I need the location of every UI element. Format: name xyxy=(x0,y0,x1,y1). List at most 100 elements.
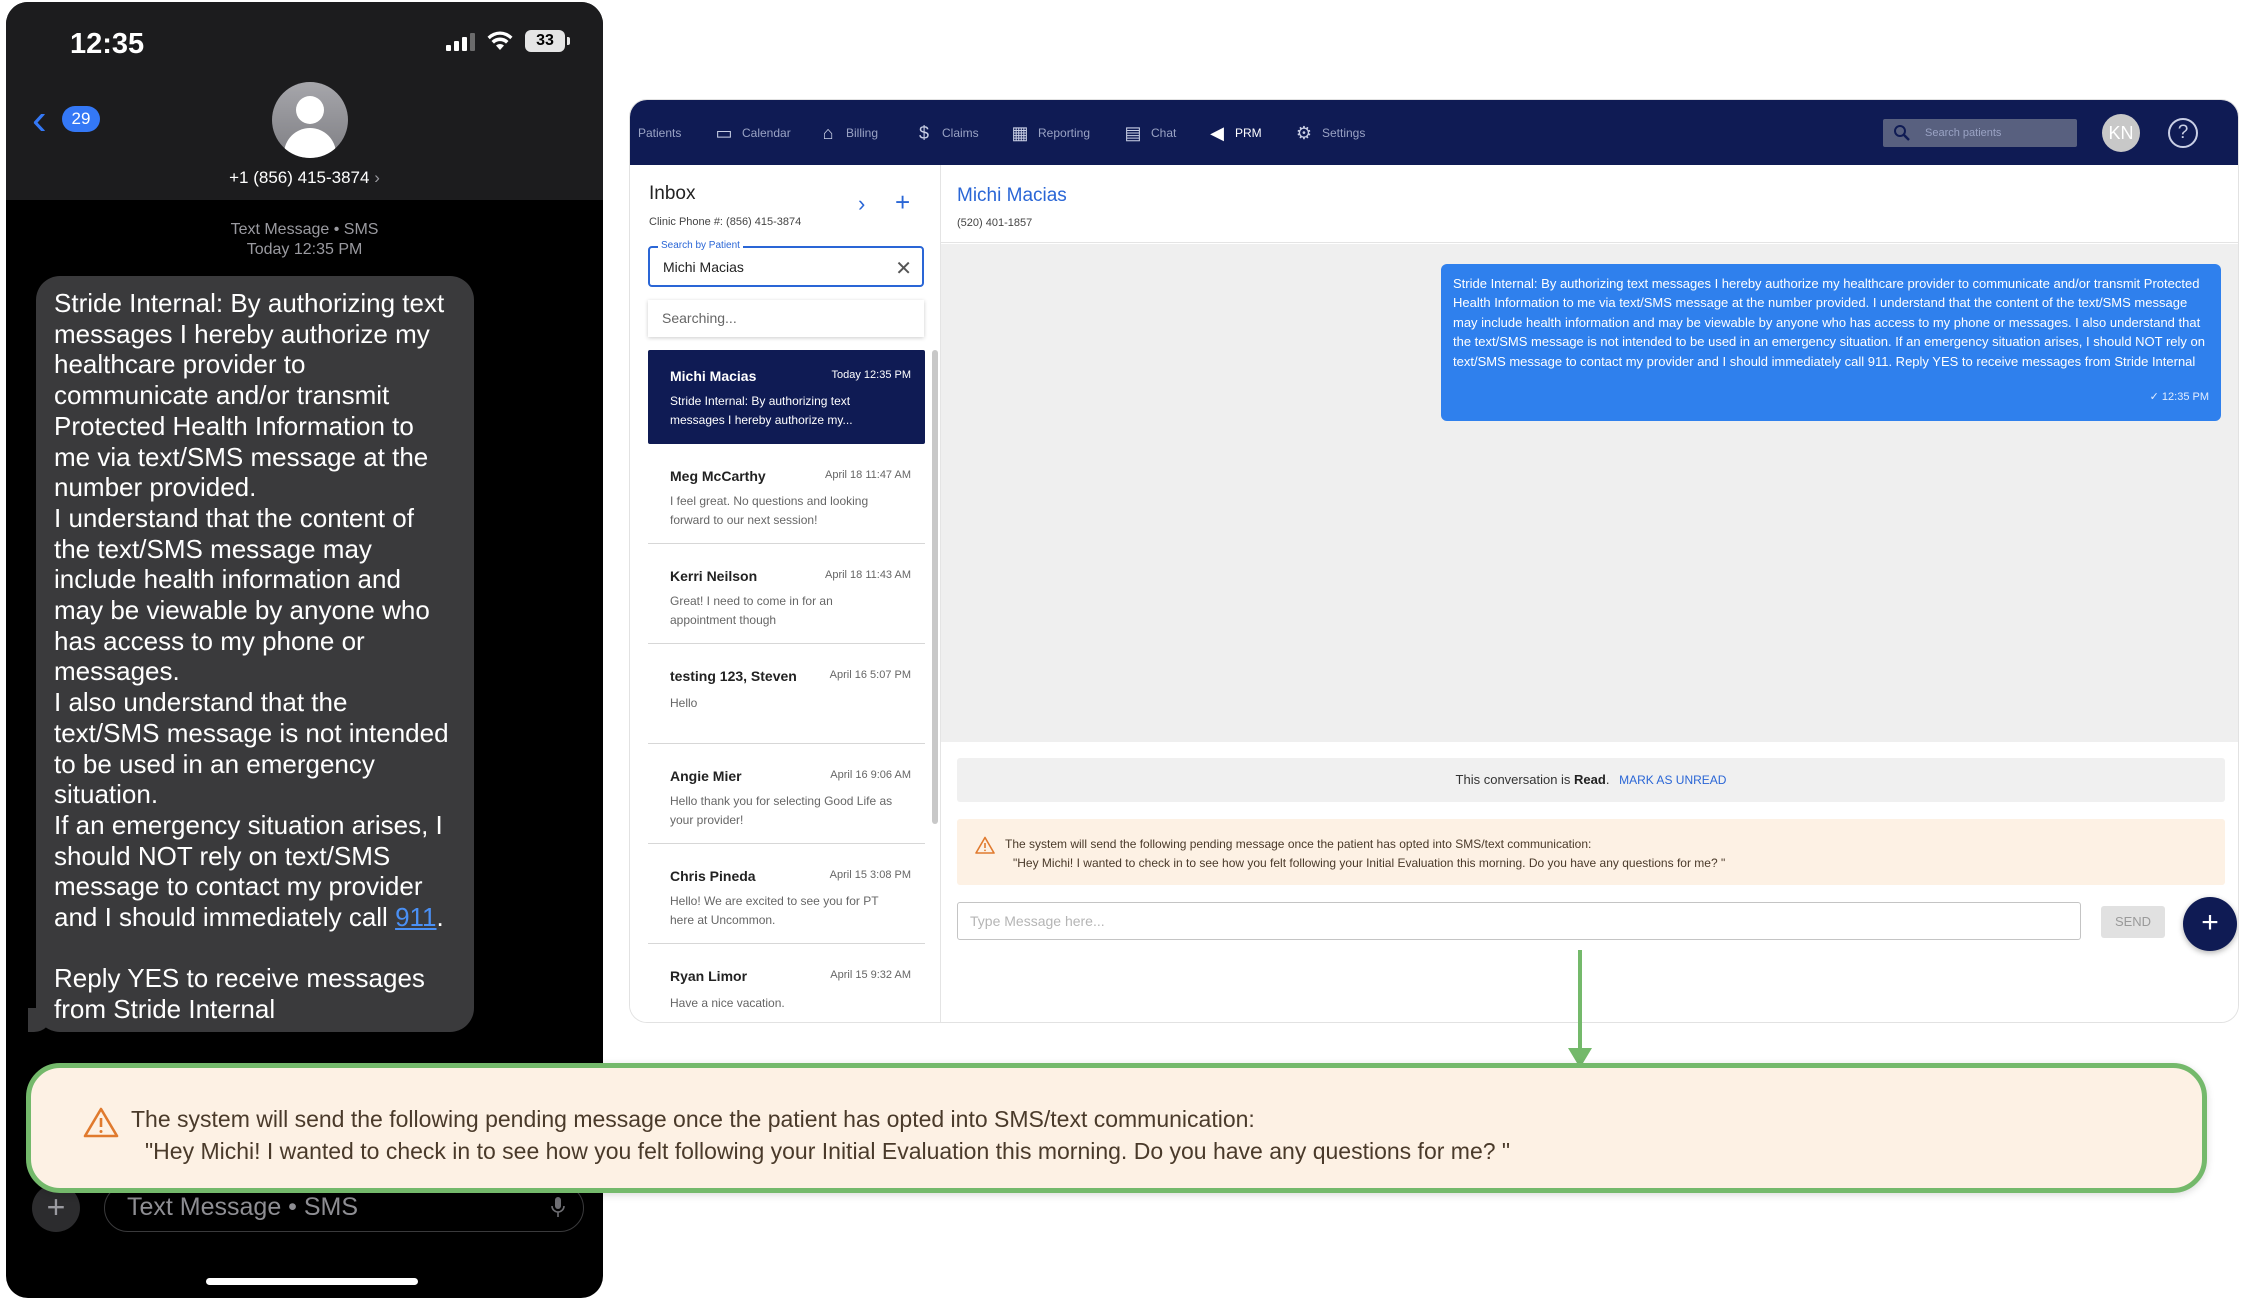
composite-screenshot: 12:35 33 ‹ 29 +1 (856) 415-3874 › Text M… xyxy=(0,0,2246,1306)
dollar-icon: $ xyxy=(918,123,929,143)
back-chevron-icon[interactable]: ‹ xyxy=(32,98,47,142)
conversation-scrollbar[interactable] xyxy=(932,350,938,824)
nav-chat[interactable]: ▤ Chat xyxy=(1123,120,1176,146)
warning-icon xyxy=(975,836,995,854)
sms-input-placeholder: Text Message • SMS xyxy=(127,1193,359,1221)
conversation-item[interactable]: testing 123, Steven April 16 5:07 PM Hel… xyxy=(648,650,925,744)
new-conversation-button[interactable]: + xyxy=(895,187,910,218)
conversation-name: Chris Pineda xyxy=(670,868,756,884)
search-by-patient-field[interactable]: Search by Patient Michi Macias ✕ xyxy=(648,240,924,287)
nav-label-claims: Claims xyxy=(942,126,979,140)
conversation-time: Today 12:35 PM xyxy=(831,369,912,381)
nav-reporting[interactable]: ▦ Reporting xyxy=(1010,120,1090,146)
chat-header: Michi Macias (520) 401-1857 xyxy=(941,165,2238,243)
chat-patient-name[interactable]: Michi Macias xyxy=(957,185,1067,207)
conversation-name: testing 123, Steven xyxy=(670,668,797,684)
chat-patient-phone: (520) 401-1857 xyxy=(957,217,1033,229)
message-type-label: Text Message • SMS xyxy=(230,221,379,238)
chevron-right-icon[interactable]: › xyxy=(858,191,865,217)
nav-label-reporting: Reporting xyxy=(1038,126,1091,140)
outgoing-message-text: Stride Internal: By authorizing text mes… xyxy=(1453,276,2206,369)
conversation-name: Meg McCarthy xyxy=(670,468,766,484)
contact-avatar-icon[interactable] xyxy=(272,82,348,158)
conversation-item[interactable]: Angie Mier April 16 9:06 AM Hello thank … xyxy=(648,750,925,844)
conversation-snippet: Stride Internal: By authorizing text mes… xyxy=(670,394,853,427)
conversation-time: April 16 9:06 AM xyxy=(830,769,911,781)
chat-messages-area: Stride Internal: By authorizing text mes… xyxy=(941,244,2238,742)
nav-label-chat: Chat xyxy=(1151,126,1177,140)
conversation-name: Angie Mier xyxy=(670,768,742,784)
nav-settings[interactable]: ⚙ Settings xyxy=(1294,120,1365,146)
conversation-item[interactable]: Michi Macias Today 12:35 PM Stride Inter… xyxy=(648,350,925,444)
search-field-label: Search by Patient xyxy=(658,240,743,251)
conversation-name: Ryan Limor xyxy=(670,968,748,984)
conversation-name: Michi Macias xyxy=(670,368,757,384)
inbox-panel: Inbox Clinic Phone #: (856) 415-3874 › +… xyxy=(630,165,941,1022)
nav-label-settings: Settings xyxy=(1322,126,1366,140)
message-date-label: Today 12:35 PM xyxy=(246,241,363,258)
search-patients-placeholder: Search patients xyxy=(1925,127,2002,139)
callout-line2: "Hey Michi! I wanted to check in to see … xyxy=(145,1138,1511,1164)
callout-connector-line xyxy=(1578,950,1582,1055)
searching-dropdown: Searching... xyxy=(648,300,924,337)
mark-as-unread-link[interactable]: MARK AS UNREAD xyxy=(1619,773,1726,787)
nav-calendar[interactable]: ▭ Calendar xyxy=(714,120,791,146)
callout-line1: The system will send the following pendi… xyxy=(131,1106,1255,1132)
inbox-title: Inbox xyxy=(649,183,696,204)
reporting-icon: ▦ xyxy=(1011,123,1029,143)
search-patients-input[interactable]: Search patients xyxy=(1883,119,2077,147)
nav-claims[interactable]: $ Claims xyxy=(914,120,979,146)
add-action-button[interactable]: + xyxy=(2183,897,2237,951)
conversation-item[interactable]: Chris Pineda April 15 3:08 PM Hello! We … xyxy=(648,850,925,944)
conversation-snippet: Great! I need to come in for an appointm… xyxy=(670,594,833,627)
conversation-name: Kerri Neilson xyxy=(670,568,758,584)
clear-icon[interactable]: ✕ xyxy=(895,256,912,281)
billing-icon: ⌂ xyxy=(822,123,834,143)
chat-panel: Michi Macias (520) 401-1857 Stride Inter… xyxy=(941,165,2238,1022)
user-avatar[interactable]: KN xyxy=(2102,114,2140,152)
home-indicator[interactable] xyxy=(206,1278,418,1285)
battery-icon: 33 xyxy=(525,30,570,52)
clinic-phone: Clinic Phone #: (856) 415-3874 xyxy=(649,216,802,228)
conversation-list: Michi Macias Today 12:35 PM Stride Inter… xyxy=(648,350,938,1022)
unread-count-badge[interactable]: 29 xyxy=(62,106,100,132)
nav-label-calendar: Calendar xyxy=(742,126,791,140)
send-button[interactable]: SEND xyxy=(2101,906,2165,938)
conversation-time: April 15 9:32 AM xyxy=(830,969,911,981)
conversation-item[interactable]: Meg McCarthy April 18 11:47 AM I feel gr… xyxy=(648,450,925,544)
help-icon[interactable]: ? xyxy=(2168,118,2198,148)
outgoing-message-bubble: Stride Internal: By authorizing text mes… xyxy=(1441,264,2221,421)
contact-number[interactable]: +1 (856) 415-3874 › xyxy=(6,168,603,188)
pending-message-callout: The system will send the following pendi… xyxy=(26,1063,2207,1193)
cellular-signal-icon xyxy=(446,31,475,51)
conversation-time: April 15 3:08 PM xyxy=(829,869,911,881)
message-timestamp: Text Message • SMS Today 12:35 PM xyxy=(6,220,603,260)
read-status-bar: This conversation is Read. MARK AS UNREA… xyxy=(957,758,2225,802)
message-input[interactable]: Type Message here... xyxy=(957,902,2081,940)
contact-number-text: +1 (856) 415-3874 xyxy=(229,168,370,187)
outgoing-message-time: ✓ 12:35 PM xyxy=(2149,390,2209,403)
nav-label-billing: Billing xyxy=(846,126,879,140)
read-status-suffix: . xyxy=(1605,772,1610,787)
read-status-value: Read xyxy=(1574,772,1606,787)
conversation-snippet: Have a nice vacation. xyxy=(670,996,785,1010)
conversation-item[interactable]: Ryan Limor April 15 9:32 AM Have a nice … xyxy=(648,950,925,1022)
status-time: 12:35 xyxy=(70,28,145,60)
pending-message-notice: The system will send the following pendi… xyxy=(957,819,2225,885)
conversation-snippet: Hello thank you for selecting Good Life … xyxy=(670,794,893,827)
conversation-time: April 16 5:07 PM xyxy=(829,669,911,681)
nav-patients[interactable]: Patients xyxy=(638,120,681,146)
messages-header: 12:35 33 ‹ 29 +1 (856) 415-3874 › xyxy=(6,2,603,200)
phone-link-911[interactable]: 911 xyxy=(395,902,436,932)
nav-billing[interactable]: ⌂ Billing xyxy=(818,120,878,146)
conversation-snippet: Hello! We are excited to see you for PT … xyxy=(670,894,879,927)
conversation-item[interactable]: Kerri Neilson April 18 11:43 AM Great! I… xyxy=(648,550,925,644)
microphone-icon[interactable] xyxy=(551,1196,565,1218)
nav-prm[interactable]: ◀ PRM xyxy=(1207,120,1262,146)
search-icon xyxy=(1894,125,1910,141)
gear-icon: ⚙ xyxy=(1295,123,1313,143)
incoming-sms-bubble[interactable]: Stride Internal: By authorizing text mes… xyxy=(28,276,474,1032)
chat-icon: ▤ xyxy=(1124,123,1142,143)
status-icons: 33 xyxy=(446,30,570,52)
chat-footer: This conversation is Read. MARK AS UNREA… xyxy=(941,742,2238,1022)
